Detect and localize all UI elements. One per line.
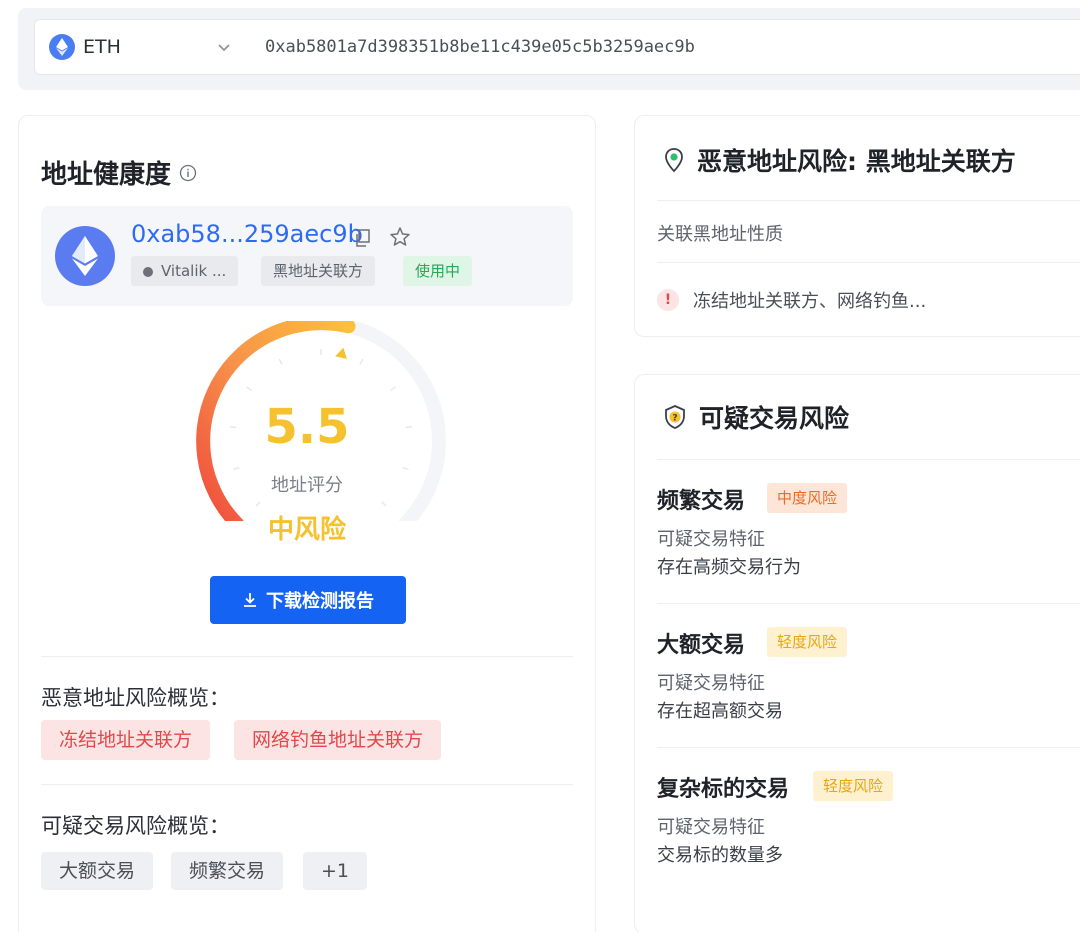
black-address-nature-value: ! 冻结地址关联方、网络钓鱼...: [657, 287, 926, 313]
malicious-chip-phishing: 网络钓鱼地址关联方: [234, 720, 442, 760]
alert-icon: !: [657, 289, 679, 311]
risk-badge: 轻度风险: [813, 771, 894, 801]
black-address-tag: 黑地址关联方: [261, 256, 376, 286]
owner-tag-text: Vitalik ...: [161, 262, 227, 280]
black-address-nature-label: 关联黑地址性质: [657, 224, 783, 245]
divider: [657, 459, 1080, 460]
star-icon[interactable]: [389, 226, 411, 248]
address-link[interactable]: 0xab58...259aec9b: [131, 220, 363, 248]
tx-item-title: 大额交易: [657, 633, 746, 658]
address-score: 5.5: [264, 399, 350, 455]
svg-text:?: ?: [672, 414, 677, 424]
divider: [41, 784, 573, 785]
tx-item-title: 复杂标的交易: [657, 777, 790, 802]
info-icon[interactable]: [179, 164, 197, 182]
divider: [657, 200, 1080, 201]
tx-item-feature-label: 可疑交易特征: [657, 817, 765, 838]
tx-item-feature-label: 可疑交易特征: [657, 673, 765, 694]
divider: [41, 656, 573, 657]
address-summary: 0xab58...259aec9b Vitalik ... 黑地址关联方 使用中: [41, 206, 573, 306]
score-label: 地址评分: [271, 475, 343, 496]
gauge-tick: [381, 501, 387, 507]
tx-item-description: 存在高频交易行为: [657, 557, 801, 578]
malicious-risk-title: 恶意地址风险: 黑地址关联方: [663, 142, 1016, 178]
health-title: 地址健康度: [41, 154, 197, 191]
divider: [657, 603, 1080, 604]
suspicious-tx-title-text: 可疑交易风险: [699, 404, 850, 433]
address-health-card: 地址健康度 0xab58...259aec9b Vitalik ... 黑地址关…: [18, 115, 596, 932]
eth-avatar: [55, 226, 115, 286]
risk-badge: 中度风险: [767, 483, 848, 513]
gauge-pointer: [335, 347, 347, 359]
black-address-nature-text: 冻结地址关联方、网络钓鱼...: [693, 291, 927, 312]
gauge-tick: [255, 501, 261, 507]
search-bar: ETH: [34, 19, 1080, 75]
malicious-risk-card: 恶意地址风险: 黑地址关联方 关联黑地址性质 ! 冻结地址关联方、网络钓鱼...: [634, 115, 1080, 337]
tx-item-feature-label: 可疑交易特征: [657, 529, 765, 550]
shield-question-icon: ?: [665, 405, 685, 429]
risk-level: 中风险: [267, 515, 346, 545]
suspicious-chip-more[interactable]: +1: [303, 852, 368, 890]
malicious-chip-frozen: 冻结地址关联方: [41, 720, 211, 760]
chevron-down-icon: [218, 44, 230, 52]
suspicious-tx-card: ? 可疑交易风险 频繁交易 中度风险 可疑交易特征 存在高频交易行为 大额交易 …: [634, 374, 1080, 932]
chain-select[interactable]: ETH: [35, 34, 251, 60]
risk-badge: 轻度风险: [767, 627, 848, 657]
tx-item-description: 交易标的数量多: [657, 845, 783, 866]
address-input[interactable]: [251, 37, 1080, 57]
gauge-tick: [359, 358, 364, 365]
suspicious-overview-label: 可疑交易风险概览：: [41, 814, 230, 838]
download-report-button[interactable]: 下载检测报告: [210, 576, 406, 624]
copy-icon[interactable]: [353, 228, 373, 248]
gauge-tick: [246, 386, 252, 392]
gauge-tick: [405, 425, 412, 429]
malicious-risk-title-text: 恶意地址风险: 黑地址关联方: [697, 147, 1016, 176]
status-badge: 使用中: [403, 256, 473, 286]
tx-item-description: 存在超高额交易: [657, 701, 783, 722]
gauge-tick: [390, 386, 396, 392]
owner-tag-icon: [143, 267, 153, 277]
suspicious-tx-title: ? 可疑交易风险: [663, 399, 849, 435]
divider: [657, 262, 1080, 263]
tx-item-title: 频繁交易: [657, 489, 746, 514]
download-icon: [244, 593, 256, 607]
gauge-tick: [233, 466, 240, 471]
chain-name: ETH: [83, 36, 121, 58]
gauge-tick: [402, 466, 409, 471]
download-report-label: 下载检测报告: [266, 591, 374, 612]
suspicious-chip-frequent: 频繁交易: [171, 852, 284, 890]
divider: [657, 747, 1080, 748]
health-title-text: 地址健康度: [41, 160, 172, 190]
malicious-overview-label: 恶意地址风险概览：: [41, 686, 230, 710]
location-pin-icon: [665, 148, 683, 173]
eth-icon: [49, 34, 75, 60]
owner-tag: Vitalik ...: [131, 256, 239, 286]
suspicious-chip-large: 大额交易: [41, 852, 154, 890]
gauge-tick: [278, 358, 283, 365]
